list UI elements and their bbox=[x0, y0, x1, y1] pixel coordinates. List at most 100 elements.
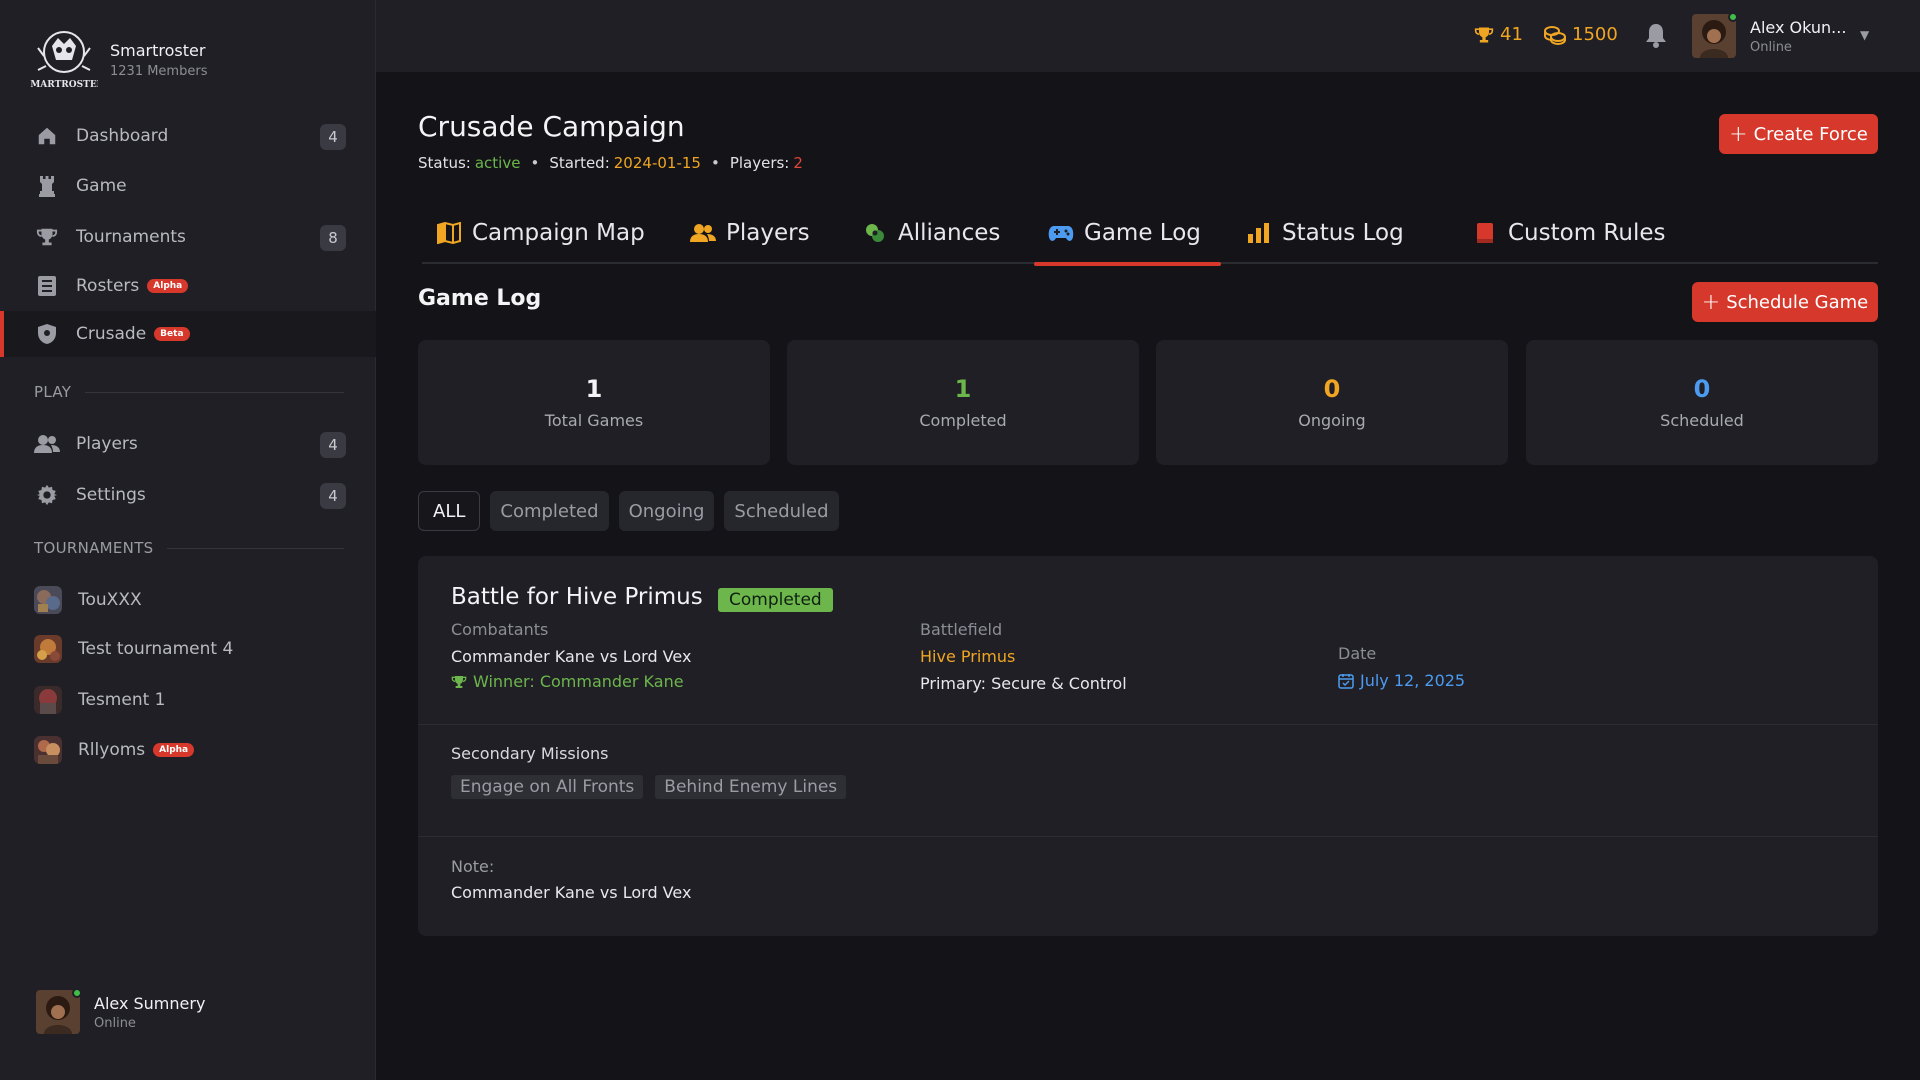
tournament-item[interactable]: Rllyoms Alpha bbox=[0, 727, 376, 773]
coin-counter[interactable]: 1500 bbox=[1544, 24, 1618, 45]
tab-game-log[interactable]: Game Log bbox=[1034, 202, 1221, 266]
brand-members: 1231 Members bbox=[110, 64, 208, 79]
user-name: Alex Okun... bbox=[1750, 17, 1847, 37]
bar-chart-icon bbox=[1246, 220, 1272, 246]
chevron-down-icon[interactable]: ▼ bbox=[1860, 28, 1869, 42]
stat-label: Ongoing bbox=[1298, 411, 1366, 430]
coins-icon bbox=[1544, 25, 1566, 45]
tournament-label: Rllyoms bbox=[78, 740, 146, 760]
sidebar-item-label: Settings bbox=[76, 485, 146, 505]
topbar-user[interactable]: Alex Okun... Online bbox=[1692, 12, 1847, 58]
started-value: 2024-01-15 bbox=[613, 154, 701, 172]
tournament-avatar bbox=[34, 686, 62, 714]
trophy-icon bbox=[34, 224, 60, 250]
mission-tag: Behind Enemy Lines bbox=[655, 775, 847, 799]
sidebar-item-label: Tournaments bbox=[76, 227, 186, 247]
stat-label: Completed bbox=[919, 411, 1007, 430]
tab-players[interactable]: Players bbox=[690, 202, 810, 264]
sidebar-item-label: Players bbox=[76, 434, 138, 454]
stat-value: 0 bbox=[1323, 375, 1341, 403]
topbar: 41 1500 Alex Okun... Online ▼ bbox=[376, 0, 1920, 72]
stat-value: 1 bbox=[585, 375, 603, 403]
schedule-game-button[interactable]: + Schedule Game bbox=[1692, 282, 1878, 322]
page-title: Crusade Campaign bbox=[418, 110, 685, 143]
combatants: Commander Kane vs Lord Vex bbox=[451, 647, 692, 666]
sidebar-item-label: Game bbox=[76, 176, 127, 196]
tournament-item[interactable]: Tesment 1 bbox=[0, 677, 376, 723]
brand[interactable]: SMARTROSTER Smartroster 1231 Members bbox=[30, 26, 207, 94]
sidebar-item-dashboard[interactable]: Dashboard 4 bbox=[0, 113, 376, 159]
winner: Winner: Commander Kane bbox=[451, 672, 691, 691]
beta-badge: Beta bbox=[154, 327, 190, 341]
sidebar-item-rosters[interactable]: Rosters Alpha bbox=[0, 263, 376, 309]
sidebar-item-crusade[interactable]: Crusade Beta bbox=[0, 311, 376, 357]
game-card[interactable]: Battle for Hive Primus Completed Combata… bbox=[418, 556, 1878, 936]
note-label: Note: bbox=[451, 857, 495, 876]
stat-value: 1 bbox=[954, 375, 972, 403]
status-value: active bbox=[474, 154, 521, 172]
sidebar-item-tournaments[interactable]: Tournaments 8 bbox=[0, 214, 376, 260]
tournament-avatar bbox=[34, 736, 62, 764]
campaign-meta: Status: active • Started: 2024-01-15 • P… bbox=[418, 154, 803, 172]
tab-status-log[interactable]: Status Log bbox=[1246, 202, 1404, 264]
users-icon bbox=[34, 431, 60, 457]
chess-rook-icon bbox=[34, 173, 60, 199]
plus-icon: + bbox=[1729, 121, 1748, 147]
battlefield-name[interactable]: Hive Primus bbox=[920, 647, 1127, 666]
count-badge: 4 bbox=[320, 432, 346, 458]
tab-alliances[interactable]: Alliances bbox=[862, 202, 1000, 264]
filter-all[interactable]: ALL bbox=[418, 491, 481, 531]
secondary-missions-label: Secondary Missions bbox=[451, 744, 609, 763]
tab-label: Campaign Map bbox=[472, 220, 645, 246]
user-name: Alex Sumnery bbox=[94, 993, 206, 1013]
trophy-icon bbox=[1474, 27, 1494, 42]
sidebar-item-label: Dashboard bbox=[76, 126, 169, 146]
tab-label: Alliances bbox=[898, 220, 1001, 246]
tab-label: Custom Rules bbox=[1508, 220, 1666, 246]
tournament-label: TouXXX bbox=[78, 590, 142, 610]
count-badge: 8 bbox=[320, 225, 346, 251]
game-date: July 12, 2025 bbox=[1338, 671, 1465, 690]
svg-text:SMARTROSTER: SMARTROSTER bbox=[30, 80, 98, 90]
bell-icon[interactable] bbox=[1644, 22, 1670, 48]
filter-chips: ALL Completed Ongoing Scheduled bbox=[418, 491, 849, 531]
filter-ongoing[interactable]: Ongoing bbox=[618, 491, 715, 531]
tournament-item[interactable]: TouXXX bbox=[0, 577, 376, 623]
primary-mission: Primary: Secure & Control bbox=[920, 674, 1127, 693]
tournament-label: Test tournament 4 bbox=[78, 639, 234, 659]
map-icon bbox=[436, 220, 462, 246]
tab-custom-rules[interactable]: Custom Rules bbox=[1472, 202, 1665, 264]
avatar bbox=[36, 988, 82, 1034]
sidebar-user[interactable]: Alex Sumnery Online bbox=[36, 988, 206, 1034]
tournament-label: Tesment 1 bbox=[78, 690, 166, 710]
filter-completed[interactable]: Completed bbox=[490, 491, 609, 531]
game-title: Battle for Hive Primus bbox=[451, 584, 703, 610]
sidebar-item-game[interactable]: Game bbox=[0, 163, 376, 209]
section-heading-tournaments: TOURNAMENTS bbox=[34, 539, 344, 557]
note-text: Commander Kane vs Lord Vex bbox=[451, 883, 692, 902]
section-heading-play: PLAY bbox=[34, 383, 344, 401]
tournament-item[interactable]: Test tournament 4 bbox=[0, 626, 376, 672]
avatar bbox=[1692, 12, 1738, 58]
sidebar-item-settings[interactable]: Settings 4 bbox=[0, 472, 376, 518]
count-badge: 4 bbox=[320, 124, 346, 150]
brand-logo: SMARTROSTER bbox=[30, 31, 98, 90]
section-title: Game Log bbox=[418, 286, 542, 311]
list-icon bbox=[34, 273, 60, 299]
user-status: Online bbox=[1750, 39, 1792, 55]
user-status: Online bbox=[94, 1015, 136, 1031]
mission-tag: Engage on All Fronts bbox=[451, 775, 644, 799]
trophy-counter[interactable]: 41 bbox=[1474, 24, 1523, 45]
stat-label: Total Games bbox=[544, 411, 644, 430]
stat-card-completed: 1 Completed bbox=[787, 340, 1139, 465]
filter-scheduled[interactable]: Scheduled bbox=[724, 491, 839, 531]
battlefield-column: Battlefield Hive Primus Primary: Secure … bbox=[920, 620, 1127, 693]
campaign-tabs: Campaign Map Players Alliances Game Log … bbox=[422, 202, 1878, 266]
tournament-avatar bbox=[34, 586, 62, 614]
tab-campaign-map[interactable]: Campaign Map bbox=[436, 202, 645, 264]
divider bbox=[418, 836, 1878, 837]
alpha-badge: Alpha bbox=[147, 279, 189, 293]
create-force-button[interactable]: + Create Force bbox=[1719, 114, 1878, 154]
divider bbox=[418, 724, 1878, 725]
sidebar-item-players[interactable]: Players 4 bbox=[0, 421, 376, 467]
